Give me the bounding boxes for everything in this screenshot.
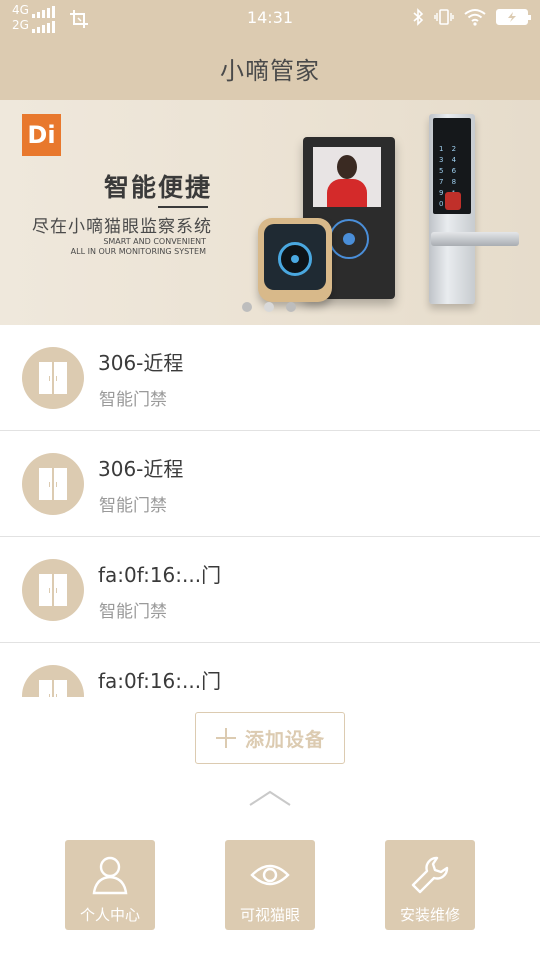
chevron-up-icon[interactable]	[248, 788, 292, 808]
status-right	[412, 8, 531, 26]
device-name: 306-近程	[98, 457, 184, 481]
device-type: 智能门禁	[99, 602, 167, 622]
device-list-item[interactable]: 306-近程 智能门禁	[0, 431, 540, 537]
plus-icon	[215, 728, 236, 748]
headline-underline	[158, 206, 208, 208]
tab-install-repair[interactable]: 安装维修	[385, 840, 475, 930]
carousel-dot[interactable]	[242, 302, 252, 312]
brand-logo: Di	[22, 114, 61, 156]
device-name: 306-近程	[98, 351, 184, 375]
person-icon	[92, 856, 128, 895]
tab-visual-peephole[interactable]: 可视猫眼	[225, 840, 315, 930]
peephole-camera-image	[258, 218, 332, 302]
tab-label: 可视猫眼	[239, 906, 300, 924]
eye-icon	[250, 864, 290, 886]
add-device-label: 添加设备	[244, 728, 325, 751]
battery-charging-icon	[496, 9, 531, 25]
device-name: fa:0f:16:...门	[98, 563, 222, 587]
promo-banner[interactable]: Di 智能便捷 尽在小嘀猫眼监察系统 SMART AND CONVENIENT …	[0, 100, 540, 325]
carousel-indicator[interactable]	[242, 302, 296, 312]
tab-label: 安装维修	[399, 906, 460, 924]
fingerprint-sensor	[445, 192, 461, 210]
vibrate-icon	[434, 9, 454, 25]
smart-lock-image: 1 2 3 4 5 6 7 8 9 * 0 #	[429, 114, 519, 304]
lock-handle	[431, 232, 519, 246]
status-bar: 4G 2G 14:31	[0, 0, 540, 36]
carousel-dot-active[interactable]	[264, 302, 274, 312]
device-list-item[interactable]: fa:0f:16:...门 智能门禁	[0, 537, 540, 643]
monitor-display	[313, 147, 381, 207]
bottom-nav: 个人中心 可视猫眼 安装维修	[0, 840, 540, 930]
wifi-icon	[464, 9, 486, 26]
banner-tagline-en-2: ALL IN OUR MONITORING SYSTEM	[70, 247, 206, 256]
door-icon	[22, 453, 84, 515]
device-name: fa:0f:16:...门	[98, 669, 222, 693]
device-type: 智能门禁	[99, 390, 167, 410]
device-type: 智能门禁	[99, 496, 167, 516]
title-bar: 小嘀管家	[0, 36, 540, 100]
door-icon	[22, 665, 84, 697]
device-list-item[interactable]: 306-近程 智能门禁	[0, 325, 540, 431]
device-list[interactable]: 306-近程 智能门禁 306-近程 智能门禁 fa:0f:16:...门 智能…	[0, 325, 540, 697]
add-device-button[interactable]: 添加设备	[195, 712, 345, 764]
carousel-dot[interactable]	[286, 302, 296, 312]
monitor-dpad	[329, 219, 369, 259]
wrench-icon	[411, 856, 449, 894]
door-icon	[22, 559, 84, 621]
page-title: 小嘀管家	[220, 56, 320, 85]
door-icon	[22, 347, 84, 409]
banner-tagline: 尽在小嘀猫眼监察系统	[32, 217, 212, 237]
tab-label: 个人中心	[79, 906, 140, 924]
bluetooth-icon	[413, 8, 424, 26]
banner-tagline-en-1: SMART AND CONVENIENT	[103, 237, 206, 246]
banner-headline: 智能便捷	[104, 173, 213, 202]
tab-personal-center[interactable]: 个人中心	[65, 840, 155, 930]
device-list-item[interactable]: fa:0f:16:...门 智能门禁	[0, 643, 540, 697]
